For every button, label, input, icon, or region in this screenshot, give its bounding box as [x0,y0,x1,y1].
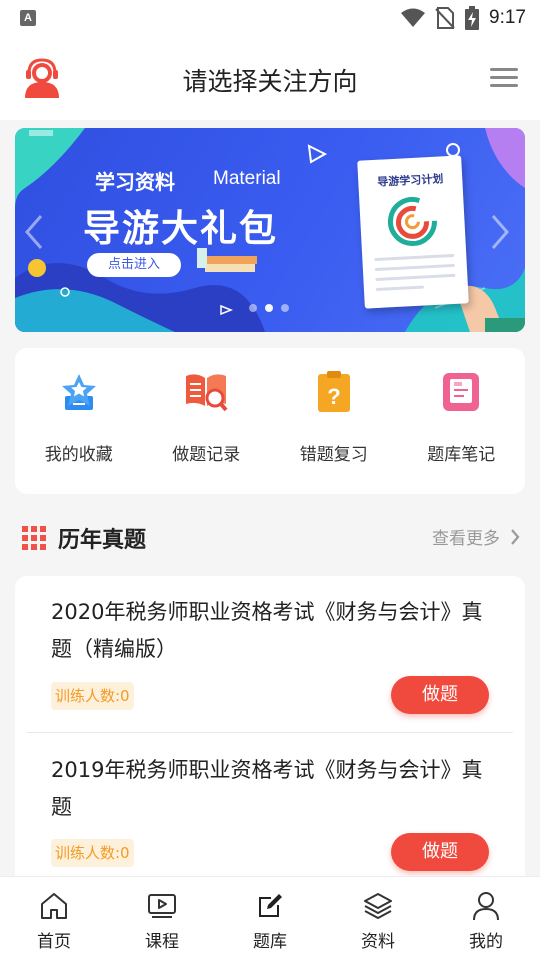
app-header: 请选择关注方向 [0,36,540,120]
start-practice-button[interactable]: 做题 [391,676,489,714]
banner-next-arrow-icon[interactable] [489,214,511,250]
practice-count-badge: 训练人数:0 [51,682,134,710]
user-icon [473,892,499,921]
sim-notification-icon: A [20,10,36,26]
past-exams-section-header: 历年真题 查看更多 [0,510,540,562]
banner-subtitle: 学习资料 [95,170,175,194]
no-sim-icon [435,7,455,29]
view-more-label: 查看更多 [432,529,500,549]
quick-action-label: 做题记录 [172,445,241,465]
banner-headline: 导游大礼包 [83,207,278,250]
layers-icon [364,893,392,919]
tab-label: 课程 [145,932,179,952]
tab-materials[interactable]: 资料 [324,877,432,960]
quick-actions-panel: 我的收藏 做题记录 ? 错题复习 题库笔记 [15,348,525,494]
tab-label: 我的 [469,932,503,952]
hamburger-menu-icon[interactable] [490,68,518,90]
quick-action-records[interactable]: 做题记录 [143,348,271,494]
banner-enter-button[interactable]: 点击进入 [87,253,181,277]
study-plan-card-title: 导游学习计划 [377,172,444,189]
wifi-icon [401,8,426,27]
quick-action-label: 错题复习 [299,445,368,465]
clock: 9:17 [489,7,526,28]
banner-subtitle-en: Material [213,168,281,189]
svg-text:?: ? [327,384,340,409]
start-practice-button[interactable]: 做题 [391,833,489,871]
bottom-tab-bar: 首页 课程 题库 资料 我的 [0,876,540,960]
chevron-right-icon [511,528,520,545]
quick-action-notes[interactable]: 题库笔记 [398,348,526,494]
quick-action-favorites[interactable]: 我的收藏 [15,348,143,494]
exam-title[interactable]: 2020年税务师职业资格考试《财务与会计》真题（精编版） [51,594,491,668]
tab-label: 题库 [253,932,287,952]
battery-charging-icon [465,6,480,30]
clipboard-question-icon: ? [317,371,350,412]
tab-label: 资料 [361,932,395,952]
tab-question-bank[interactable]: 题库 [216,877,324,960]
practice-count-badge: 训练人数:0 [51,839,134,867]
book-search-icon [186,374,228,412]
banner-prev-arrow-icon[interactable] [23,214,45,250]
favorite-star-icon [61,374,96,410]
tab-home[interactable]: 首页 [0,877,108,960]
view-more-link[interactable]: 查看更多 [432,524,520,549]
video-play-icon [148,894,176,918]
target-logo-icon [387,197,437,246]
pagination-dot[interactable] [281,304,289,312]
exam-title[interactable]: 2019年税务师职业资格考试《财务与会计》真题 [51,752,491,826]
tab-label: 首页 [37,932,71,952]
edit-note-icon [259,894,282,917]
notebook-icon [443,373,480,411]
page-title[interactable]: 请选择关注方向 [0,62,540,98]
home-icon [41,893,67,919]
pagination-dot-active[interactable] [265,304,273,312]
tab-profile[interactable]: 我的 [432,877,540,960]
promo-banner[interactable]: 学习资料 Material 导游大礼包 点击进入 导游学习计划 [15,128,525,332]
banner-pagination [249,304,289,312]
quick-action-mistakes[interactable]: ? 错题复习 [270,348,398,494]
study-plan-card: 导游学习计划 [357,155,469,309]
quick-action-label: 我的收藏 [44,445,113,465]
exam-item[interactable]: 2019年税务师职业资格考试《财务与会计》真题 训练人数:0 做题 [15,733,525,896]
section-title: 历年真题 [58,528,147,553]
pagination-dot[interactable] [249,304,257,312]
grid-icon [22,526,46,550]
tab-courses[interactable]: 课程 [108,877,216,960]
quick-action-label: 题库笔记 [427,445,496,465]
exam-list: 2020年税务师职业资格考试《财务与会计》真题（精编版） 训练人数:0 做题 2… [15,576,525,896]
exam-item[interactable]: 2020年税务师职业资格考试《财务与会计》真题（精编版） 训练人数:0 做题 [15,576,525,732]
status-bar: A 9:17 [0,0,540,36]
